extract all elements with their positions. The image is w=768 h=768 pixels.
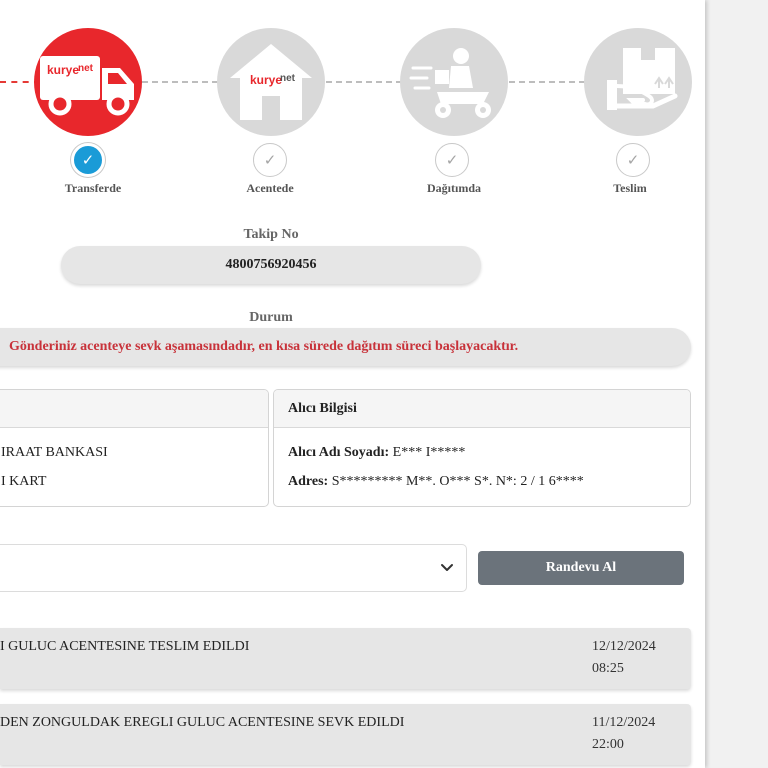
step-label-transferde: Transferde xyxy=(64,181,122,195)
sender-card: IRAAT BANKASI I KART xyxy=(0,389,269,507)
history-item: I GULUC ACENTESINE TESLIM EDILDI 12/12/2… xyxy=(0,628,691,689)
step-label-teslim: Teslim xyxy=(613,181,647,195)
package-hand-icon xyxy=(607,48,678,110)
status-message: Gönderiniz acenteye sevk aşamasındadır, … xyxy=(0,328,691,366)
receiver-name-value: E*** I***** xyxy=(392,445,466,460)
step-dagitimda xyxy=(400,28,508,136)
status-label: Durum xyxy=(249,310,293,325)
receiver-address-row: Adres: S********* M**. O*** S*. N*: 2 / … xyxy=(288,474,584,490)
tracking-label: Takip No xyxy=(243,227,299,242)
receiver-card: Alıcı Bilgisi Alıcı Adı Soyadı: E*** I**… xyxy=(273,389,691,507)
receiver-name-label: Alıcı Adı Soyadı: xyxy=(288,445,390,460)
appointment-button[interactable]: Randevu Al xyxy=(478,551,684,585)
step-transferde: kurye net xyxy=(34,28,142,136)
sender-line-2: I KART xyxy=(1,474,47,489)
tracking-number-field: 4800756920456 xyxy=(61,246,481,284)
progress-line xyxy=(509,81,585,83)
progress-line xyxy=(142,81,218,83)
step-acentede: kurye net xyxy=(217,28,325,136)
chevron-down-icon xyxy=(441,564,453,571)
step-check-pending-icon: ✓ xyxy=(435,143,469,177)
svg-text:kurye: kurye xyxy=(47,63,79,77)
sender-line-1: IRAAT BANKASI xyxy=(1,445,108,460)
sender-card-header xyxy=(0,390,268,428)
history-item-time: 22:00 xyxy=(592,737,624,752)
step-teslim xyxy=(584,28,692,136)
history-item: DEN ZONGULDAK EREGLI GULUC ACENTESINE SE… xyxy=(0,704,691,765)
svg-text:net: net xyxy=(280,73,296,84)
step-check-pending-icon: ✓ xyxy=(253,143,287,177)
step-label-acentede: Acentede xyxy=(246,181,294,195)
history-item-time: 08:25 xyxy=(592,661,624,676)
appointment-select[interactable] xyxy=(0,544,467,592)
step-label-dagitimda: Dağıtımda xyxy=(427,181,481,195)
tracking-panel: kurye net kurye net ✓ ✓ ✓ ✓ Transferde A… xyxy=(0,0,705,768)
receiver-address-label: Adres: xyxy=(288,474,329,489)
history-item-date: 12/12/2024 xyxy=(592,639,656,654)
receiver-name-row: Alıcı Adı Soyadı: E*** I***** xyxy=(288,445,465,461)
svg-text:net: net xyxy=(78,63,94,74)
receiver-address-value: S********* M**. O*** S*. N*: 2 / 1 6**** xyxy=(331,474,584,489)
scooter-courier-icon xyxy=(409,48,491,118)
svg-text:kurye: kurye xyxy=(250,73,282,87)
agency-house-icon: kurye net xyxy=(230,44,312,120)
history-item-date: 11/12/2024 xyxy=(592,715,656,730)
history-item-text: I GULUC ACENTESINE TESLIM EDILDI xyxy=(0,639,250,654)
tracking-number: 4800756920456 xyxy=(225,257,317,272)
receiver-card-title: Alıcı Bilgisi xyxy=(274,390,690,428)
step-check-pending-icon: ✓ xyxy=(616,143,650,177)
progress-line xyxy=(326,81,402,83)
delivery-truck-icon: kurye net xyxy=(40,56,134,116)
history-item-text: DEN ZONGULDAK EREGLI GULUC ACENTESINE SE… xyxy=(0,715,405,730)
step-check-done-icon: ✓ xyxy=(71,143,105,177)
